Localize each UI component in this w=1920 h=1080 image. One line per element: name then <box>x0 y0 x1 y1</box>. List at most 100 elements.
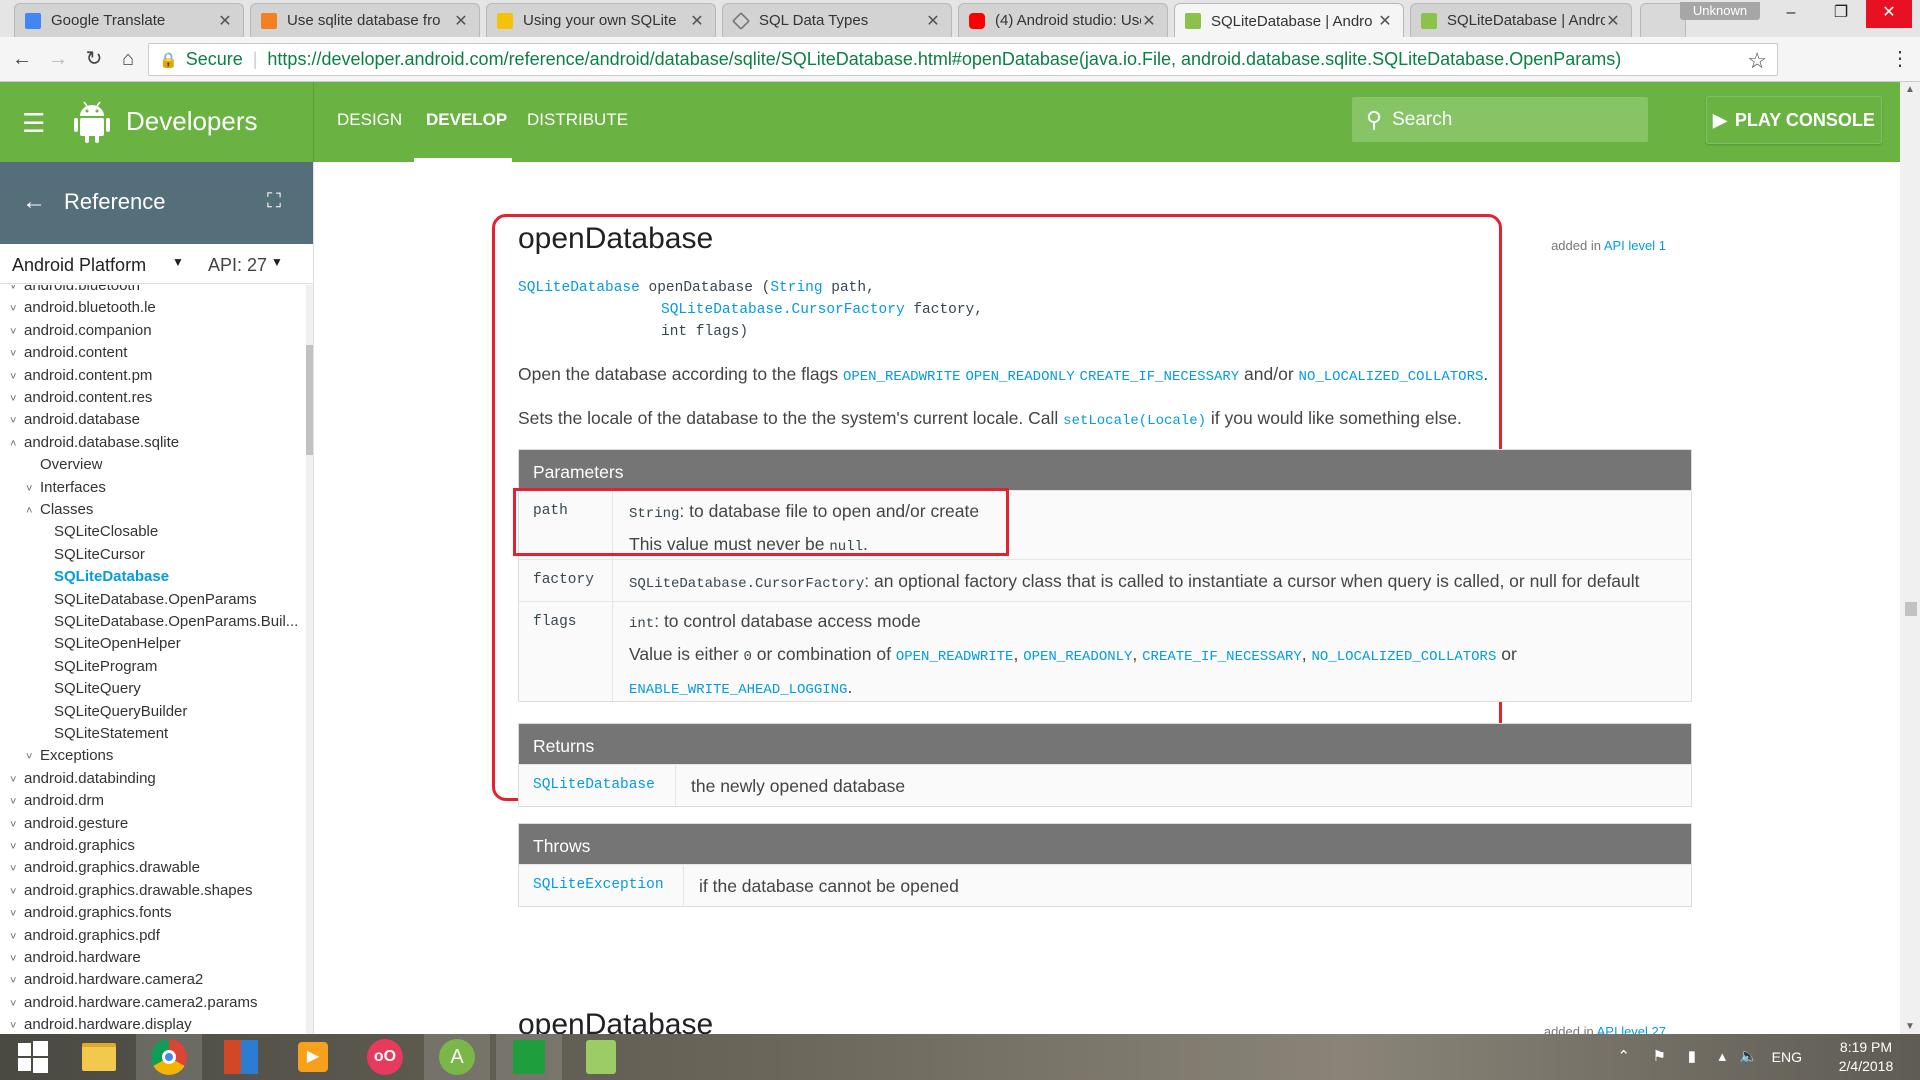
sidebar-item[interactable]: ˅ android.hardware <box>10 949 141 971</box>
sidebar-scrollbar[interactable] <box>306 285 313 1034</box>
sidebar-item[interactable]: SQLiteProgram <box>42 658 157 680</box>
chevron-down-icon[interactable]: ˅ <box>10 1020 24 1032</box>
store-icon[interactable] <box>496 1034 562 1080</box>
string-type-link[interactable]: String <box>770 280 822 296</box>
sidebar-item[interactable]: SQLiteClosable <box>42 523 158 545</box>
sidebar-item[interactable]: ˅ android.drm <box>10 792 104 814</box>
close-icon[interactable]: ✕ <box>1605 11 1621 31</box>
sidebar-item[interactable]: ˅ android.database <box>10 411 140 433</box>
chevron-down-icon[interactable]: ˅ <box>10 975 24 987</box>
nav-distribute[interactable]: DISTRIBUTE <box>527 110 628 130</box>
sidebar-item[interactable]: ˅ android.bluetooth <box>10 285 140 299</box>
sidebar-item[interactable]: ˅ android.content <box>10 344 127 366</box>
tab-using-own-sqlite[interactable]: Using your own SQLite ✕ <box>486 3 716 37</box>
file-explorer-icon[interactable] <box>66 1034 132 1080</box>
chevron-down-icon[interactable]: ˅ <box>10 393 24 405</box>
chevron-down-icon[interactable]: ▼ <box>172 255 184 269</box>
close-window-icon[interactable]: ✕ <box>1866 0 1912 28</box>
chevron-down-icon[interactable]: ˅ <box>10 863 24 875</box>
chrome-menu-icon[interactable]: ⋮ <box>1886 45 1914 73</box>
flag-link[interactable]: NO_LOCALIZED_COLLATORS <box>1312 649 1497 665</box>
network-icon[interactable]: ▴ <box>1718 1047 1726 1065</box>
chevron-up-icon[interactable]: ˄ <box>10 438 24 450</box>
sidebar-item[interactable]: ˅ android.graphics.drawable.shapes <box>10 882 252 904</box>
chevron-down-icon[interactable]: ▼ <box>271 255 283 269</box>
flag-link[interactable]: NO_LOCALIZED_COLLATORS <box>1299 369 1484 385</box>
office-icon[interactable] <box>208 1034 274 1080</box>
tab-google-translate[interactable]: Google Translate ✕ <box>14 3 244 37</box>
api-level-link[interactable]: API level 1 <box>1604 238 1666 253</box>
sidebar-item[interactable]: ˅ android.graphics.drawable <box>10 859 200 881</box>
reload-icon[interactable]: ↻ <box>80 45 108 73</box>
sidebar-item[interactable]: SQLiteQuery <box>42 680 141 702</box>
fullscreen-icon[interactable]: ⛶ <box>267 190 281 213</box>
flag-link[interactable]: ENABLE_WRITE_AHEAD_LOGGING <box>629 682 847 698</box>
sidebar-item[interactable]: ˅ android.hardware.display <box>10 1016 192 1034</box>
sidebar-item[interactable]: ˅ android.bluetooth.le <box>10 299 156 321</box>
chevron-down-icon[interactable]: ˅ <box>26 483 40 495</box>
chevron-down-icon[interactable]: ˅ <box>10 774 24 786</box>
close-icon[interactable]: ✕ <box>453 11 469 31</box>
sidebar-item[interactable]: ˄ android.database.sqlite <box>10 434 179 456</box>
android-studio-icon[interactable]: A <box>424 1034 490 1080</box>
return-type-link[interactable]: SQLiteDatabase <box>518 280 640 296</box>
api-level-link[interactable]: API level 27 <box>1597 1024 1666 1034</box>
flag-link[interactable]: CREATE_IF_NECESSARY <box>1142 649 1302 665</box>
chevron-down-icon[interactable]: ˅ <box>10 285 24 293</box>
sidebar-item[interactable]: ˅ android.hardware.camera2.params <box>10 994 257 1016</box>
flag-link[interactable]: CREATE_IF_NECESSARY <box>1080 369 1240 385</box>
return-type-link[interactable]: SQLiteDatabase <box>533 777 655 793</box>
chevron-down-icon[interactable]: ˅ <box>26 751 40 763</box>
sidebar-item[interactable]: ˅ android.companion <box>10 322 152 344</box>
nav-develop[interactable]: DEVELOP <box>426 110 507 130</box>
sidebar-item[interactable]: ˅ android.hardware.camera2 <box>10 971 203 993</box>
sidebar-item[interactable]: ˅ android.graphics <box>10 837 135 859</box>
windows-start-icon[interactable] <box>0 1034 66 1080</box>
platform-dropdown[interactable]: Android Platform <box>12 255 146 276</box>
chevron-down-icon[interactable]: ˅ <box>10 326 24 338</box>
sidebar-item[interactable]: ˅ Exceptions <box>26 747 113 769</box>
chevron-down-icon[interactable]: ˅ <box>10 953 24 965</box>
close-icon[interactable]: ✕ <box>217 11 233 31</box>
sidebar-item[interactable]: SQLiteDatabase.OpenParams <box>42 591 257 613</box>
tab-sqlite-stackoverflow[interactable]: Use sqlite database fro ✕ <box>250 3 480 37</box>
back-arrow-icon[interactable]: ← <box>22 188 46 216</box>
hamburger-menu-icon[interactable]: ☰ <box>22 108 45 139</box>
sidebar-item[interactable]: SQLiteDatabase.OpenParams.Buil... <box>42 613 298 635</box>
sidebar-item[interactable]: Overview <box>26 456 103 478</box>
chevron-down-icon[interactable]: ˅ <box>10 348 24 360</box>
sidebar-item[interactable]: ˅ android.databinding <box>10 770 156 792</box>
flag-link[interactable]: OPEN_READWRITE <box>896 649 1014 665</box>
maximize-icon[interactable]: ❐ <box>1818 0 1864 28</box>
tab-youtube[interactable]: (4) Android studio: Use ✕ <box>958 3 1168 37</box>
chevron-down-icon[interactable]: ˅ <box>10 886 24 898</box>
sidebar-item[interactable]: ˄ Classes <box>26 501 93 523</box>
play-console-button[interactable]: ▶ PLAY CONSOLE <box>1706 96 1882 144</box>
developers-logo[interactable]: Developers <box>72 98 258 144</box>
setlocale-link[interactable]: setLocale(Locale) <box>1063 413 1206 429</box>
sidebar-item[interactable]: ˅ android.graphics.pdf <box>10 927 160 949</box>
battery-icon[interactable]: ▮ <box>1688 1047 1696 1065</box>
sidebar-item[interactable]: SQLiteStatement <box>42 725 168 747</box>
chevron-down-icon[interactable]: ˅ <box>10 415 24 427</box>
media-player-icon[interactable]: ▶ <box>280 1034 346 1080</box>
sidebar-item[interactable]: ˅ Interfaces <box>26 479 106 501</box>
flag-link[interactable]: OPEN_READWRITE <box>843 369 961 385</box>
url-field[interactable]: 🔒 Secure | https://developer.android.com… <box>148 43 1778 76</box>
bookmark-star-icon[interactable]: ☆ <box>1747 48 1767 74</box>
api-level-dropdown[interactable]: API: 27 <box>208 255 267 276</box>
close-icon[interactable]: ✕ <box>1377 11 1393 31</box>
tab-sqlitedatabase-active[interactable]: SQLiteDatabase | Andro ✕ <box>1174 3 1404 38</box>
chevron-down-icon[interactable]: ˅ <box>10 841 24 853</box>
flag-link[interactable]: OPEN_READONLY <box>965 369 1074 385</box>
sidebar-item[interactable]: ˅ android.content.pm <box>10 367 152 389</box>
sidebar-item[interactable]: ˅ android.graphics.fonts <box>10 904 172 926</box>
chrome-icon[interactable] <box>136 1034 202 1080</box>
chevron-down-icon[interactable]: ˅ <box>10 819 24 831</box>
sidebar-item[interactable]: SQLiteDatabase <box>42 568 169 590</box>
exception-type-link[interactable]: SQLiteException <box>533 877 664 893</box>
scroll-up-icon[interactable]: ▲ <box>1905 84 1915 95</box>
sidebar-item[interactable]: ˅ android.gesture <box>10 815 128 837</box>
flickr-icon[interactable]: oO <box>352 1034 418 1080</box>
forward-icon[interactable]: → <box>44 45 72 73</box>
